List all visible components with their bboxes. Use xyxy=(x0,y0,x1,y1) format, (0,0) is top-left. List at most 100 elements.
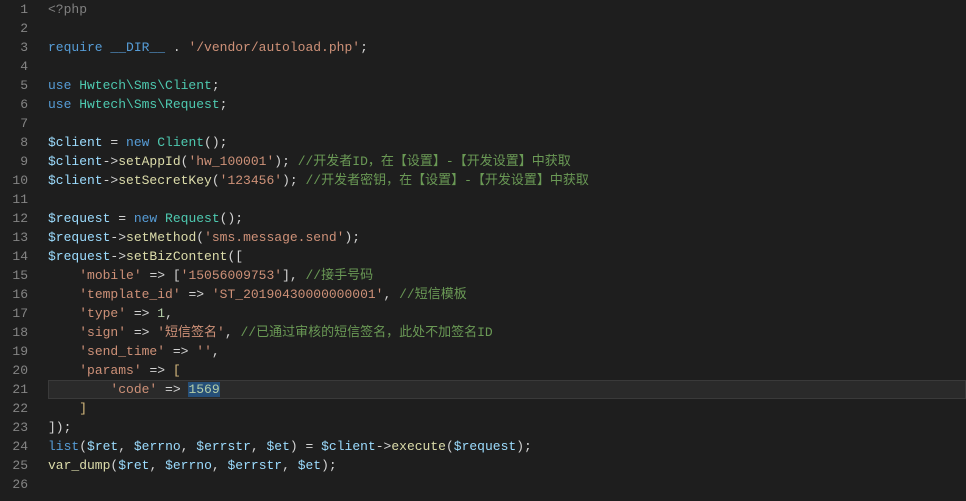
code-line[interactable]: require __DIR__ . '/vendor/autoload.php'… xyxy=(48,38,966,57)
punctuation: ); xyxy=(282,173,305,188)
code-line[interactable]: var_dump($ret, $errno, $errstr, $et); xyxy=(48,456,966,475)
keyword: require xyxy=(48,40,103,55)
operator: ) = xyxy=(290,439,321,454)
punctuation: ); xyxy=(345,230,361,245)
comment: //开发者密钥，在【设置】-【开发设置】中获取 xyxy=(305,173,588,188)
line-number: 18 xyxy=(0,323,28,342)
string-literal: 'sms.message.send' xyxy=(204,230,344,245)
bracket-close: ] xyxy=(79,401,87,416)
code-line-current[interactable]: 'code' => 1569 xyxy=(48,380,966,399)
method-name: setSecretKey xyxy=(118,173,212,188)
punctuation: ], xyxy=(282,268,305,283)
code-line[interactable]: $request = new Request(); xyxy=(48,209,966,228)
php-open-tag: <?php xyxy=(48,2,87,17)
code-line[interactable]: <?php xyxy=(48,0,966,19)
operator: => xyxy=(157,382,188,397)
code-line[interactable] xyxy=(48,475,966,494)
string-literal: '15056009753' xyxy=(181,268,282,283)
class-name: Request xyxy=(165,211,220,226)
string-literal: '短信签名' xyxy=(157,325,225,340)
punctuation: , xyxy=(384,287,400,302)
arrow-operator: -> xyxy=(103,173,119,188)
line-number: 4 xyxy=(0,57,28,76)
code-line[interactable]: $client->setAppId('hw_100001'); //开发者ID，… xyxy=(48,152,966,171)
punctuation: ([ xyxy=(227,249,243,264)
code-line[interactable]: use Hwtech\Sms\Request; xyxy=(48,95,966,114)
code-line[interactable]: 'send_time' => '', xyxy=(48,342,966,361)
line-number: 13 xyxy=(0,228,28,247)
variable: $request xyxy=(48,211,110,226)
code-line[interactable]: 'mobile' => ['15056009753'], //接手号码 xyxy=(48,266,966,285)
line-number: 10 xyxy=(0,171,28,190)
arrow-operator: -> xyxy=(110,249,126,264)
line-number: 24 xyxy=(0,437,28,456)
code-line[interactable]: ] xyxy=(48,399,966,418)
line-number: 22 xyxy=(0,399,28,418)
line-number: 23 xyxy=(0,418,28,437)
code-content[interactable]: <?php require __DIR__ . '/vendor/autoloa… xyxy=(40,0,966,501)
method-name: setMethod xyxy=(126,230,196,245)
comma: , xyxy=(282,458,298,473)
operator: = xyxy=(103,135,126,150)
paren-open: ( xyxy=(196,230,204,245)
code-line[interactable]: 'type' => 1, xyxy=(48,304,966,323)
code-line[interactable]: list($ret, $errno, $errstr, $et) = $clie… xyxy=(48,437,966,456)
variable: $client xyxy=(321,439,376,454)
variable: $client xyxy=(48,135,103,150)
variable: $request xyxy=(48,230,110,245)
line-number: 2 xyxy=(0,19,28,38)
code-line[interactable]: 'params' => [ xyxy=(48,361,966,380)
function-name: var_dump xyxy=(48,458,110,473)
code-line[interactable]: $request->setBizContent([ xyxy=(48,247,966,266)
semicolon: ; xyxy=(360,40,368,55)
code-line[interactable]: $request->setMethod('sms.message.send'); xyxy=(48,228,966,247)
comma: , xyxy=(181,439,197,454)
array-key: 'params' xyxy=(79,363,141,378)
arrow-operator: -> xyxy=(103,154,119,169)
code-editor[interactable]: 1 2 3 4 5 6 7 8 9 10 11 12 13 14 15 16 1… xyxy=(0,0,966,501)
keyword: use xyxy=(48,97,71,112)
arrow-operator: -> xyxy=(110,230,126,245)
line-number-gutter: 1 2 3 4 5 6 7 8 9 10 11 12 13 14 15 16 1… xyxy=(0,0,40,501)
magic-constant: __DIR__ xyxy=(110,40,165,55)
keyword: use xyxy=(48,78,71,93)
line-number: 1 xyxy=(0,0,28,19)
comment: //开发者ID，在【设置】-【开发设置】中获取 xyxy=(298,154,571,169)
code-line[interactable] xyxy=(48,57,966,76)
punctuation: ); xyxy=(274,154,297,169)
class-name: Client xyxy=(157,135,204,150)
operator: => xyxy=(181,287,212,302)
paren-open: ( xyxy=(446,439,454,454)
variable: $client xyxy=(48,173,103,188)
line-number: 25 xyxy=(0,456,28,475)
variable: $errstr xyxy=(196,439,251,454)
code-line[interactable] xyxy=(48,114,966,133)
variable: $et xyxy=(267,439,290,454)
method-name: setAppId xyxy=(118,154,180,169)
operator: => xyxy=(165,344,196,359)
code-line[interactable]: 'template_id' => 'ST_20190430000000001',… xyxy=(48,285,966,304)
code-line[interactable]: $client = new Client(); xyxy=(48,133,966,152)
code-line[interactable]: $client->setSecretKey('123456'); //开发者密钥… xyxy=(48,171,966,190)
code-line[interactable] xyxy=(48,19,966,38)
code-line[interactable] xyxy=(48,190,966,209)
code-line[interactable]: use Hwtech\Sms\Client; xyxy=(48,76,966,95)
code-line[interactable]: ]); xyxy=(48,418,966,437)
line-number: 21 xyxy=(0,380,28,399)
comma: , xyxy=(149,458,165,473)
array-key: 'mobile' xyxy=(79,268,141,283)
line-number: 14 xyxy=(0,247,28,266)
variable: $request xyxy=(454,439,516,454)
line-number: 9 xyxy=(0,152,28,171)
punctuation: (); xyxy=(220,211,243,226)
comma: , xyxy=(212,458,228,473)
array-key: 'send_time' xyxy=(79,344,165,359)
keyword: new xyxy=(134,211,157,226)
variable: $errno xyxy=(134,439,181,454)
method-name: setBizContent xyxy=(126,249,227,264)
line-number: 11 xyxy=(0,190,28,209)
keyword: list xyxy=(48,439,79,454)
code-line[interactable]: 'sign' => '短信签名', //已通过审核的短信签名，此处不加签名ID xyxy=(48,323,966,342)
line-number: 7 xyxy=(0,114,28,133)
operator: . xyxy=(165,40,188,55)
